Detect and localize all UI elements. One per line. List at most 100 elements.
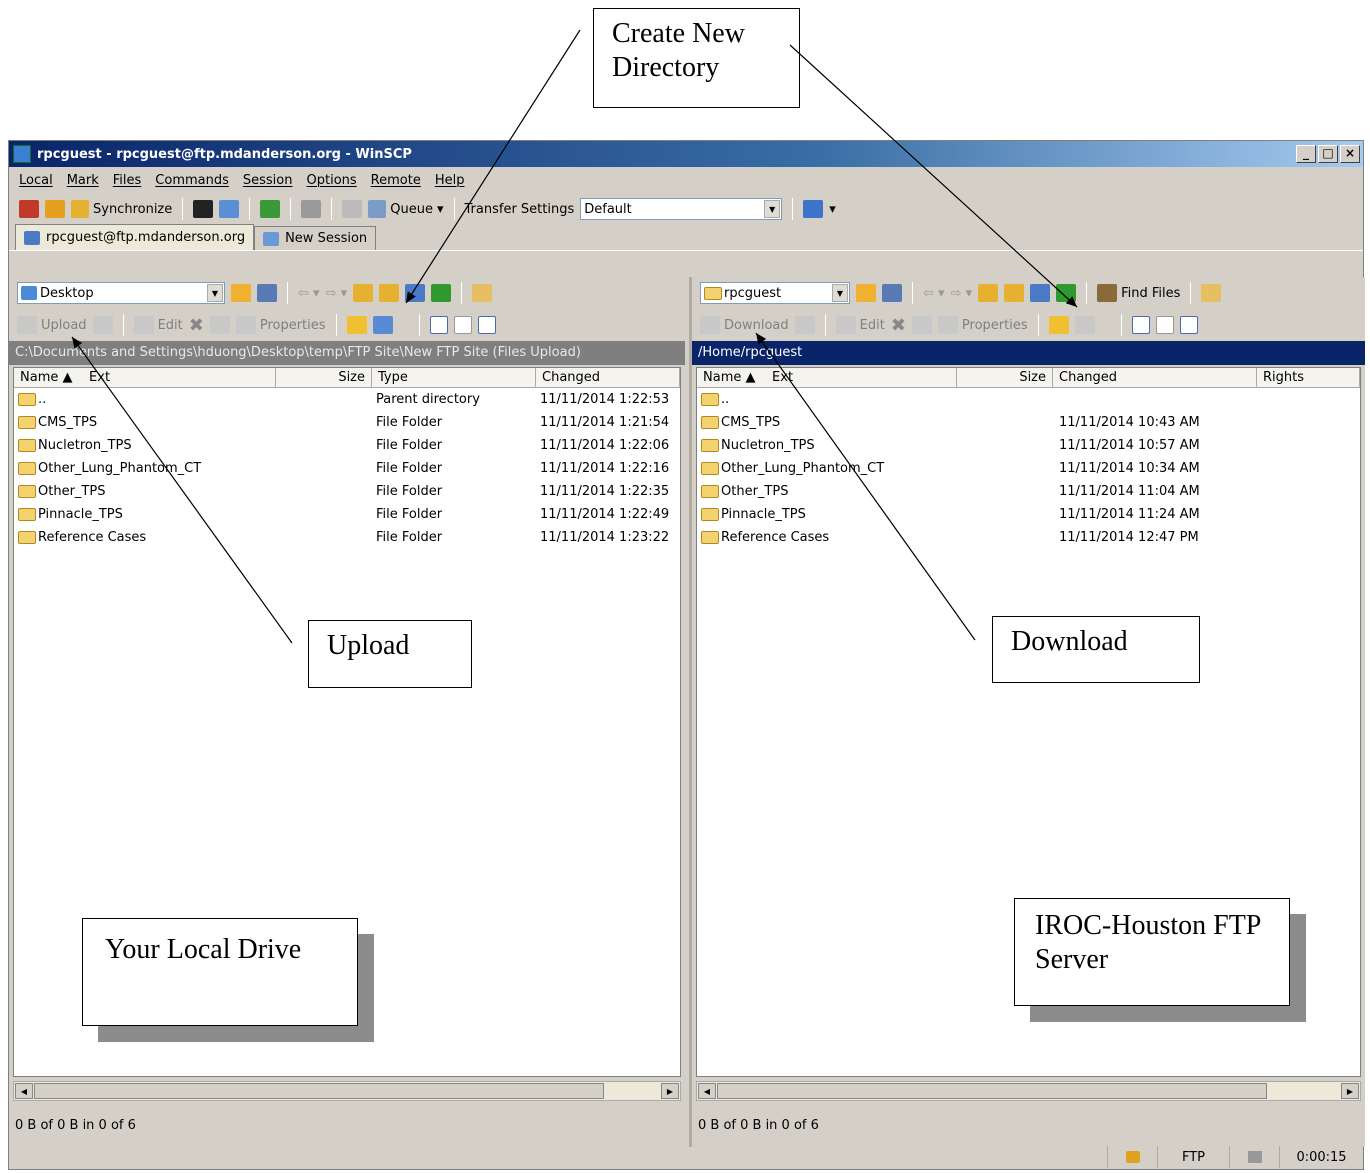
col-changed[interactable]: Changed: [536, 368, 680, 387]
minimize-button[interactable]: _: [1296, 145, 1316, 163]
menu-local[interactable]: Local: [19, 173, 53, 188]
rename-icon[interactable]: [209, 316, 230, 334]
refresh-icon[interactable]: [1056, 284, 1077, 302]
filter-icon[interactable]: [882, 284, 902, 302]
forward-icon[interactable]: ⇨ ▾: [951, 286, 973, 301]
open-folder-icon[interactable]: [856, 284, 876, 302]
tab-new-session[interactable]: New Session: [254, 226, 377, 250]
menu-commands[interactable]: Commands: [155, 173, 229, 188]
menu-remote[interactable]: Remote: [371, 173, 421, 188]
col-ext[interactable]: Ext: [772, 370, 793, 385]
menu-files[interactable]: Files: [113, 173, 142, 188]
menu-mark[interactable]: Mark: [67, 173, 99, 188]
remote-edit-button[interactable]: Edit: [835, 316, 885, 334]
table-row[interactable]: Reference Cases File Folder 11/11/2014 1:2…: [14, 526, 680, 549]
table-row[interactable]: Nucletron_TPS File Folder 11/11/2014 1:22:…: [14, 434, 680, 457]
col-size[interactable]: Size: [276, 368, 372, 387]
file-name: CMS_TPS: [14, 415, 372, 430]
parent-folder-icon[interactable]: [353, 284, 374, 302]
local-edit-label: Edit: [157, 317, 183, 333]
new-folder-icon[interactable]: [1048, 316, 1069, 334]
col-size[interactable]: Size: [957, 368, 1053, 387]
table-row[interactable]: Other_Lung_Phantom_CT 11/11/2014 10:34 AM: [697, 457, 1360, 480]
home-icon[interactable]: [1030, 284, 1051, 302]
col-ext[interactable]: Ext: [89, 370, 110, 385]
menu-help[interactable]: Help: [435, 173, 465, 188]
globe-icon[interactable]: [803, 200, 824, 218]
tree-icon[interactable]: [472, 284, 493, 302]
remote-dir-select[interactable]: rpcguest ▼: [700, 282, 850, 304]
col-changed[interactable]: Changed: [1053, 368, 1257, 387]
open-folder-icon[interactable]: [231, 284, 251, 302]
table-row[interactable]: CMS_TPS 11/11/2014 10:43 AM: [697, 411, 1360, 434]
remote-hscroll[interactable]: ◀ ▶: [696, 1081, 1361, 1101]
table-row[interactable]: Pinnacle_TPS 11/11/2014 11:24 AM: [697, 503, 1360, 526]
console-icon[interactable]: [193, 200, 214, 218]
local-properties-button[interactable]: Properties: [235, 316, 326, 334]
download-button[interactable]: Download: [700, 316, 789, 334]
rename-icon[interactable]: [911, 316, 932, 334]
new-folder-icon[interactable]: [346, 316, 367, 334]
new-file-icon[interactable]: [1074, 316, 1095, 334]
new-file-icon[interactable]: [372, 316, 393, 334]
filter-icon[interactable]: [257, 284, 277, 302]
forward-icon[interactable]: ⇨ ▾: [326, 286, 348, 301]
delete-icon[interactable]: ✖: [189, 315, 204, 336]
back-icon[interactable]: ⇦ ▾: [923, 286, 945, 301]
table-row[interactable]: Nucletron_TPS 11/11/2014 10:57 AM: [697, 434, 1360, 457]
download-options-icon[interactable]: [794, 316, 815, 334]
col-name[interactable]: Name ▲ Ext: [697, 368, 957, 387]
compare-icon[interactable]: [19, 200, 39, 218]
local-drive-select[interactable]: Desktop ▼: [17, 282, 225, 304]
col-name[interactable]: Name ▲ Ext: [14, 368, 276, 387]
folder-icon: [18, 416, 36, 429]
menu-options[interactable]: Options: [307, 173, 357, 188]
table-row[interactable]: Other_TPS File Folder 11/11/2014 1:22:35: [14, 480, 680, 503]
remote-properties-button[interactable]: Properties: [937, 316, 1028, 334]
upload-options-icon[interactable]: [92, 316, 113, 334]
home-icon[interactable]: [405, 284, 426, 302]
table-row[interactable]: ..: [697, 388, 1360, 411]
transfer-settings-select[interactable]: Default ▼: [580, 198, 783, 220]
tree-icon[interactable]: [1201, 284, 1222, 302]
file-type: File Folder: [376, 530, 443, 545]
back-icon[interactable]: ⇦ ▾: [298, 286, 320, 301]
local-hscroll[interactable]: ◀ ▶: [13, 1081, 681, 1101]
tab-session[interactable]: rpcguest@ftp.mdanderson.org: [15, 224, 255, 250]
expand-icon[interactable]: [1131, 316, 1150, 334]
col-rights[interactable]: Rights: [1257, 368, 1360, 387]
menu-session[interactable]: Session: [243, 173, 293, 188]
remote-dir-value: rpcguest: [724, 285, 782, 301]
remote-list-header: Name ▲ Ext Size Changed Rights: [697, 368, 1360, 388]
collapse-icon[interactable]: [453, 316, 472, 334]
transfer-icon[interactable]: [260, 200, 281, 218]
col-type[interactable]: Type: [372, 368, 536, 387]
find-files-button[interactable]: Find Files: [1097, 284, 1180, 302]
table-row[interactable]: Pinnacle_TPS File Folder 11/11/2014 1:22:4…: [14, 503, 680, 526]
synchronize-button[interactable]: Synchronize: [71, 200, 172, 218]
expand-icon[interactable]: [429, 316, 448, 334]
edit-icon: [835, 316, 856, 334]
table-row[interactable]: Other_Lung_Phantom_CT File Folder 11/11/20…: [14, 457, 680, 480]
parent-folder-icon[interactable]: [978, 284, 999, 302]
root-folder-icon[interactable]: [1004, 284, 1025, 302]
close-button[interactable]: ×: [1340, 145, 1360, 163]
table-row[interactable]: Reference Cases 11/11/2014 12:47 PM: [697, 526, 1360, 549]
delete-icon[interactable]: ✖: [891, 315, 906, 336]
queue-button[interactable]: Queue ▾: [368, 200, 444, 218]
upload-button[interactable]: Upload: [17, 316, 87, 334]
root-folder-icon[interactable]: [379, 284, 400, 302]
table-row[interactable]: .. Parent directory 11/11/2014 1:22:53: [14, 388, 680, 411]
refresh-icon[interactable]: [431, 284, 452, 302]
preferences-icon[interactable]: [301, 200, 322, 218]
table-row[interactable]: CMS_TPS File Folder 11/11/2014 1:21:54: [14, 411, 680, 434]
collapse-icon[interactable]: [1155, 316, 1174, 334]
table-row[interactable]: Other_TPS 11/11/2014 11:04 AM: [697, 480, 1360, 503]
filter-mask-icon[interactable]: [1179, 316, 1198, 334]
filter-mask-icon[interactable]: [477, 316, 496, 334]
local-status: 0 B of 0 B in 0 of 6: [15, 1118, 136, 1133]
maximize-button[interactable]: □: [1318, 145, 1338, 163]
sync-browse-icon[interactable]: [45, 200, 65, 218]
putty-icon[interactable]: [219, 200, 240, 218]
local-edit-button[interactable]: Edit: [133, 316, 183, 334]
